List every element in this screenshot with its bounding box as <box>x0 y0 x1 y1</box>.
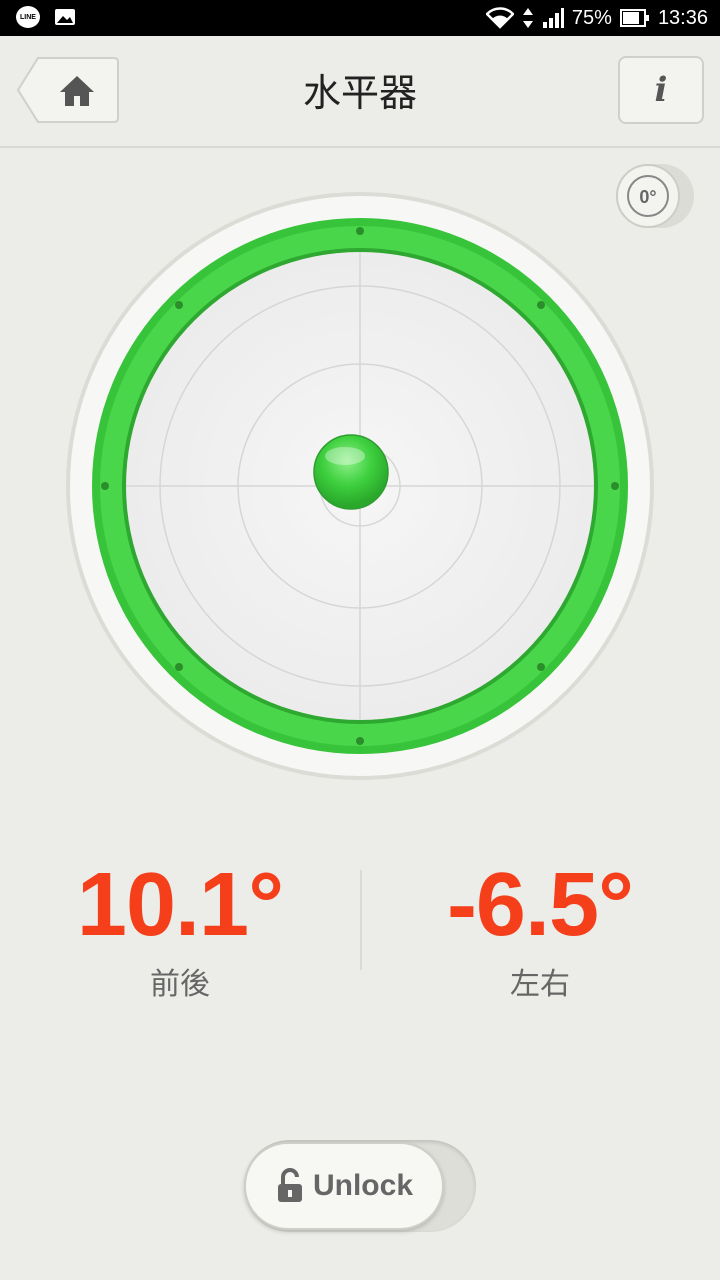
clock: 13:36 <box>657 7 708 29</box>
bubble-level <box>66 192 654 780</box>
data-arrows-icon <box>522 8 533 28</box>
status-bar: LINE 75% 13:36 <box>0 0 720 36</box>
battery-percent: 75% <box>571 7 612 29</box>
front-back-label: 前後 <box>150 967 210 1002</box>
unlock-button[interactable]: Unlock <box>244 1142 444 1230</box>
signal-icon <box>542 8 564 28</box>
gallery-icon <box>55 9 75 25</box>
front-back-value: 10.1° <box>76 855 284 955</box>
info-icon: i <box>654 70 668 110</box>
info-button[interactable]: i <box>618 56 704 124</box>
battery-icon <box>619 9 649 27</box>
line-app-icon: LINE <box>16 6 40 28</box>
page-title: 水平器 <box>302 71 417 115</box>
wifi-icon <box>485 7 514 29</box>
front-back-readout: 10.1° 前後 <box>0 855 360 1003</box>
level-bubble <box>313 434 389 510</box>
unlock-label: Unlock <box>312 1169 414 1202</box>
app-header: 水平器 i <box>0 36 720 148</box>
left-right-readout: -6.5° 左右 <box>360 855 720 1003</box>
left-right-value: -6.5° <box>446 855 634 955</box>
left-right-label: 左右 <box>510 967 570 1002</box>
unlocked-padlock-icon <box>277 1168 302 1202</box>
